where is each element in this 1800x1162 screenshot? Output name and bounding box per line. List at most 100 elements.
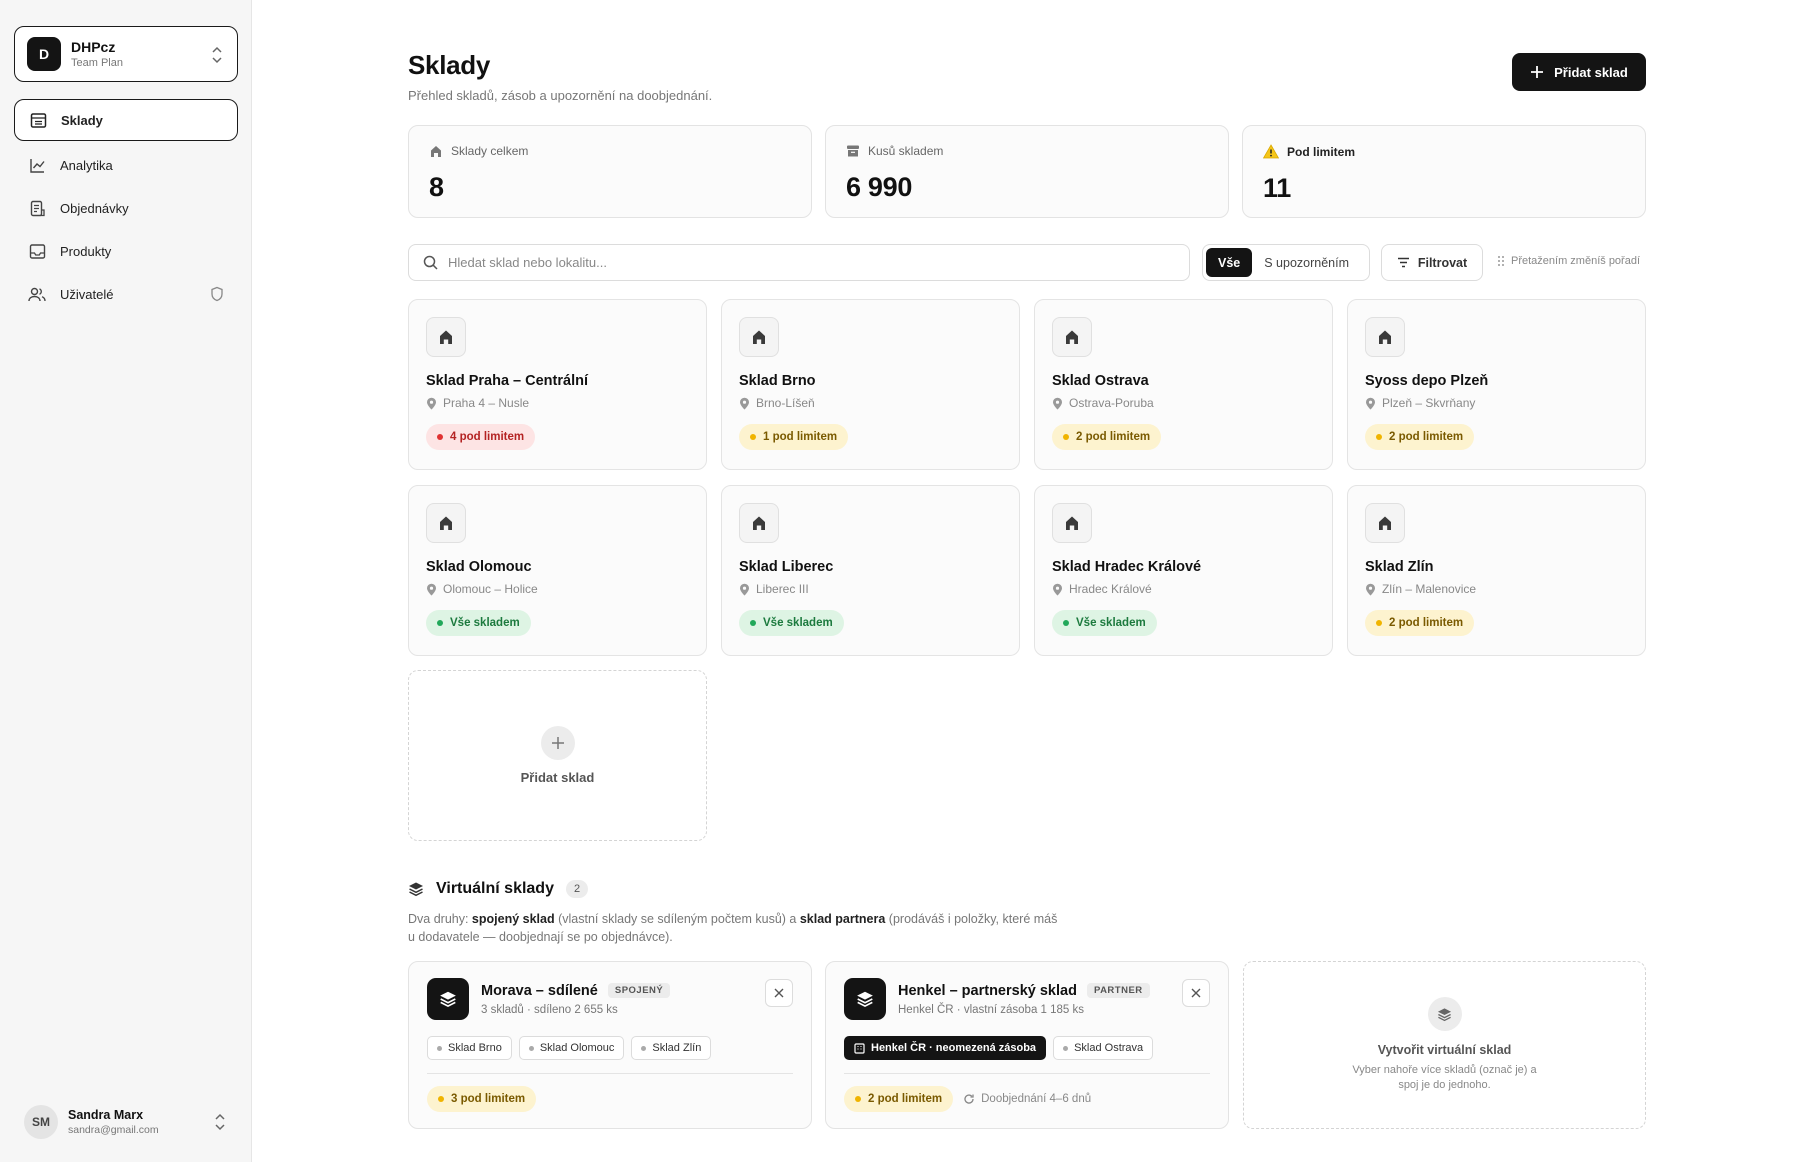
- close-icon: [1191, 988, 1201, 998]
- team-logo: D: [27, 37, 61, 71]
- home-icon: [1365, 317, 1405, 357]
- warehouse-card[interactable]: Sklad Liberec Liberec III Vše skladem: [721, 485, 1020, 656]
- plus-icon: [1531, 66, 1544, 78]
- warehouse-name: Sklad Zlín: [1365, 559, 1434, 575]
- archive-icon: [847, 145, 859, 157]
- virtual-meta: 3 skladů · sdíleno 2 655 ks: [481, 1003, 618, 1016]
- status-badge: 4 pod limitem: [426, 424, 536, 450]
- warehouse-card[interactable]: Sklad Olomouc Olomouc – Holice Vše sklad…: [408, 485, 707, 656]
- warehouse-location: Liberec III: [756, 582, 809, 596]
- warehouse-location: Praha 4 – Nusle: [443, 396, 530, 410]
- user-menu[interactable]: SM Sandra Marx sandra@gmail.com: [24, 1102, 234, 1142]
- filter-label: Filtrovat: [1417, 255, 1468, 270]
- team-plan: Team Plan: [71, 57, 123, 69]
- virtual-title: Virtuální sklady: [436, 880, 554, 897]
- create-virtual-title: Vytvořit virtuální sklad: [1377, 1043, 1512, 1057]
- warehouse-card[interactable]: Syoss depo Plzeň Plzeň – Skvrňany 2 pod …: [1347, 299, 1646, 470]
- stat-warehouses-total: Sklady celkem 8: [408, 125, 812, 218]
- warehouse-card[interactable]: Sklad Brno Brno-Líšeň 1 pod limitem: [721, 299, 1020, 470]
- add-warehouse-card[interactable]: Přidat sklad: [408, 670, 707, 841]
- warehouse-chip[interactable]: Sklad Ostrava: [1053, 1036, 1154, 1060]
- warning-icon: [1263, 144, 1279, 159]
- filter-icon: [1397, 257, 1409, 268]
- sidebar-nav: Sklady Analytika Objednávky Produkty Uži…: [14, 99, 238, 317]
- map-pin-icon: [1053, 397, 1062, 409]
- search-input[interactable]: Hledat sklad nebo lokalitu...: [408, 244, 1190, 281]
- sidebar-item-sklady[interactable]: Sklady: [14, 99, 238, 141]
- reorder-hint-text: Přetažením změníš pořadí: [1511, 255, 1641, 267]
- team-switcher[interactable]: D DHPcz Team Plan: [14, 26, 238, 82]
- add-warehouse-label: Přidat sklad: [1554, 64, 1628, 80]
- chevron-up-down-icon: [212, 46, 222, 64]
- page-subtitle: Přehled skladů, zásob a upozornění na do…: [408, 88, 713, 103]
- status-badge: 2 pod limitem: [1365, 424, 1475, 450]
- stat-value: 11: [1263, 173, 1291, 203]
- home-icon: [426, 503, 466, 543]
- lead-time: Doobjednání 4–6 dnů: [963, 1093, 1091, 1105]
- warehouse-chip[interactable]: Sklad Brno: [427, 1036, 512, 1060]
- virtual-warehouse-card[interactable]: Henkel – partnerský sklad PARTNER Henkel …: [825, 961, 1229, 1129]
- home-icon: [426, 317, 466, 357]
- user-name: Sandra Marx: [68, 1108, 144, 1122]
- status-badge: 1 pod limitem: [739, 424, 849, 450]
- refresh-icon: [964, 1094, 974, 1104]
- warehouse-card[interactable]: Sklad Hradec Králové Hradec Králové Vše …: [1034, 485, 1333, 656]
- sidebar-item-label: Sklady: [61, 112, 103, 128]
- tab-all[interactable]: Vše: [1206, 248, 1253, 277]
- close-button[interactable]: [1182, 979, 1210, 1007]
- sidebar-item-uzivatele[interactable]: Uživatelé: [14, 274, 238, 314]
- warehouse-name: Sklad Liberec: [739, 559, 834, 575]
- partner-chip[interactable]: Henkel ČR · neomezená zásoba: [844, 1036, 1047, 1060]
- warehouse-card[interactable]: Sklad Ostrava Ostrava-Poruba 2 pod limit…: [1034, 299, 1333, 470]
- avatar: SM: [24, 1105, 58, 1139]
- status-badge: 2 pod limitem: [1052, 424, 1162, 450]
- users-icon: [28, 285, 46, 303]
- virtual-name: Morava – sdílené: [481, 982, 598, 999]
- home-icon: [1052, 317, 1092, 357]
- virtual-description: Dva druhy: spojený sklad (vlastní sklady…: [408, 912, 1058, 944]
- stat-units-in-stock: Kusů skladem 6 990: [825, 125, 1229, 218]
- tab-with-warnings[interactable]: S upozorněním: [1252, 256, 1361, 270]
- warehouse-name: Syoss depo Plzeň: [1365, 373, 1489, 389]
- inbox-icon: [28, 242, 46, 260]
- status-badge: 2 pod limitem: [844, 1086, 954, 1112]
- filter-button[interactable]: Filtrovat: [1381, 244, 1483, 281]
- plus-icon: [540, 726, 575, 760]
- create-virtual-warehouse-card[interactable]: Vytvořit virtuální sklad Vyber nahoře ví…: [1243, 961, 1646, 1129]
- warehouse-chip[interactable]: Sklad Olomouc: [518, 1036, 625, 1060]
- warehouse-location: Hradec Králové: [1069, 582, 1152, 596]
- stat-label: Kusů skladem: [868, 144, 944, 158]
- home-icon: [739, 317, 779, 357]
- warehouse-icon: [29, 111, 47, 129]
- virtual-warehouse-card[interactable]: Morava – sdílené SPOJENÝ 3 skladů · sdíle…: [408, 961, 812, 1129]
- home-icon: [431, 146, 441, 157]
- warehouse-card[interactable]: Sklad Praha – Centrální Praha 4 – Nusle …: [408, 299, 707, 470]
- warehouse-location: Zlín – Malenovice: [1382, 582, 1477, 596]
- type-tag: PARTNER: [1086, 983, 1150, 998]
- warehouse-location: Olomouc – Holice: [443, 582, 538, 596]
- sidebar-item-produkty[interactable]: Produkty: [14, 231, 238, 271]
- map-pin-icon: [1366, 583, 1375, 595]
- stat-below-limit: Pod limitem 11: [1242, 125, 1646, 218]
- close-button[interactable]: [765, 979, 793, 1007]
- sidebar-item-objednavky[interactable]: Objednávky: [14, 188, 238, 228]
- orders-icon: [28, 199, 46, 217]
- warehouse-chip[interactable]: Sklad Zlín: [631, 1036, 712, 1060]
- status-badge: Vše skladem: [1052, 610, 1157, 636]
- virtual-count-badge: 2: [565, 880, 589, 898]
- map-pin-icon: [740, 583, 749, 595]
- close-icon: [774, 988, 784, 998]
- sidebar-item-label: Produkty: [60, 243, 112, 259]
- add-warehouse-button[interactable]: Přidat sklad: [1512, 53, 1646, 91]
- sidebar-item-label: Analytika: [60, 157, 113, 173]
- status-badge: Vše skladem: [426, 610, 531, 636]
- warehouse-location: Brno-Líšeň: [756, 396, 815, 410]
- sidebar-item-analytika[interactable]: Analytika: [14, 145, 238, 185]
- layers-icon: [844, 978, 886, 1020]
- warehouse-card[interactable]: Sklad Zlín Zlín – Malenovice 2 pod limit…: [1347, 485, 1646, 656]
- chevron-up-down-icon: [215, 1113, 225, 1131]
- virtual-section-title: Virtuální sklady 2: [408, 880, 589, 898]
- home-icon: [1365, 503, 1405, 543]
- layers-icon: [409, 882, 423, 897]
- reorder-hint: Přetažením změníš pořadí: [1497, 255, 1640, 267]
